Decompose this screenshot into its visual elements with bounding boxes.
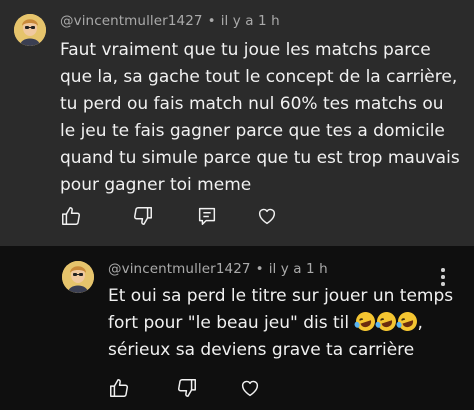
comment-meta: @vincentmuller1427 • il y a 1 h [108, 261, 328, 277]
comment-text-segment: fort pour "le beau jeu" dis til [108, 313, 350, 333]
author-handle[interactable]: @vincentmuller1427 [108, 261, 251, 277]
comment-timestamp: il y a 1 h [220, 13, 280, 29]
comment-text: Et oui sa perd le titre sur jouer un tem… [108, 283, 458, 364]
heart-icon[interactable] [256, 205, 278, 227]
thumbs-down-icon[interactable] [176, 377, 198, 399]
comment-highlighted: @vincentmuller1427 • il y a 1 h Faut vraim… [0, 0, 474, 246]
avatar[interactable] [62, 261, 94, 293]
rolling-on-the-floor-laughing-emoji [353, 309, 378, 334]
comment-text-line: Et oui sa perd le titre sur jouer un tem… [108, 286, 454, 306]
comment-actions [60, 205, 290, 229]
thumbs-down-icon[interactable] [132, 205, 154, 227]
comment-meta: @vincentmuller1427 • il y a 1 h [60, 13, 280, 29]
reply-icon[interactable] [196, 205, 218, 227]
author-handle[interactable]: @vincentmuller1427 [60, 13, 203, 29]
thumbs-up-icon[interactable] [108, 377, 130, 399]
comment-reply: @vincentmuller1427 • il y a 1 h Et oui sa … [0, 246, 474, 410]
separator-dot: • [255, 261, 264, 277]
comment-text-line: sérieux sa deviens grave ta carrière [108, 340, 415, 360]
thumbs-up-icon[interactable] [60, 205, 82, 227]
rolling-on-the-floor-laughing-emoji [374, 309, 399, 334]
comment-text-line: fort pour "le beau jeu" dis til , [108, 309, 458, 337]
separator-dot: • [207, 13, 216, 29]
rolling-on-the-floor-laughing-emoji [395, 309, 420, 334]
comment-timestamp: il y a 1 h [268, 261, 328, 277]
heart-icon[interactable] [239, 377, 261, 399]
comment-actions [108, 377, 268, 401]
comment-text: Faut vraiment que tu joue les matchs par… [60, 40, 460, 195]
comment-text-segment: , [417, 313, 423, 333]
avatar[interactable] [14, 14, 46, 46]
